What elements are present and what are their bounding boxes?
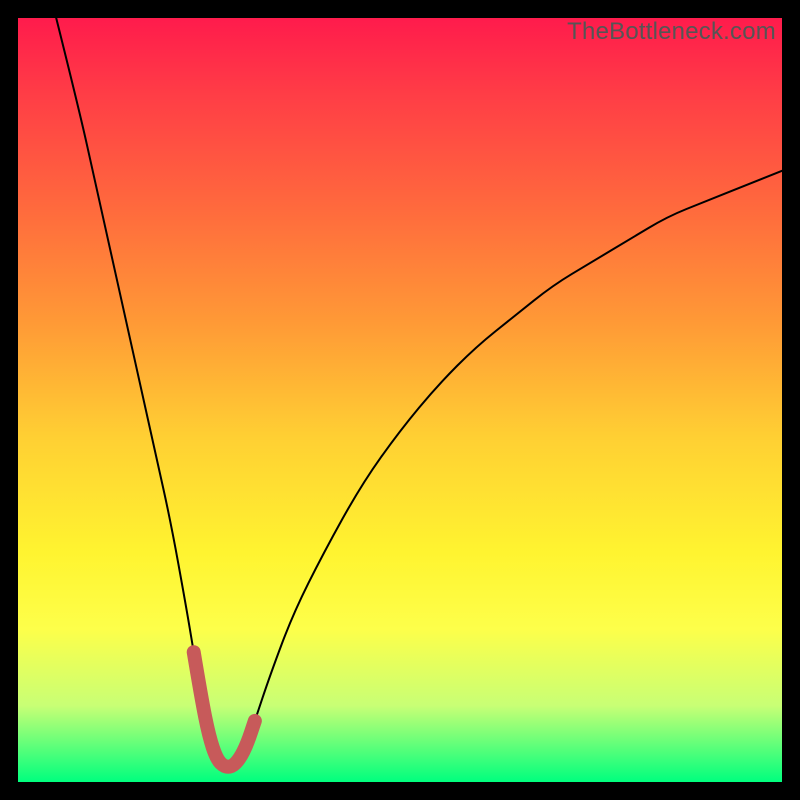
chart-area: TheBottleneck.com (18, 18, 782, 782)
bottleneck-chart (18, 18, 782, 782)
optimal-band-marker-path (194, 652, 255, 767)
bottleneck-curve-path (56, 18, 782, 767)
